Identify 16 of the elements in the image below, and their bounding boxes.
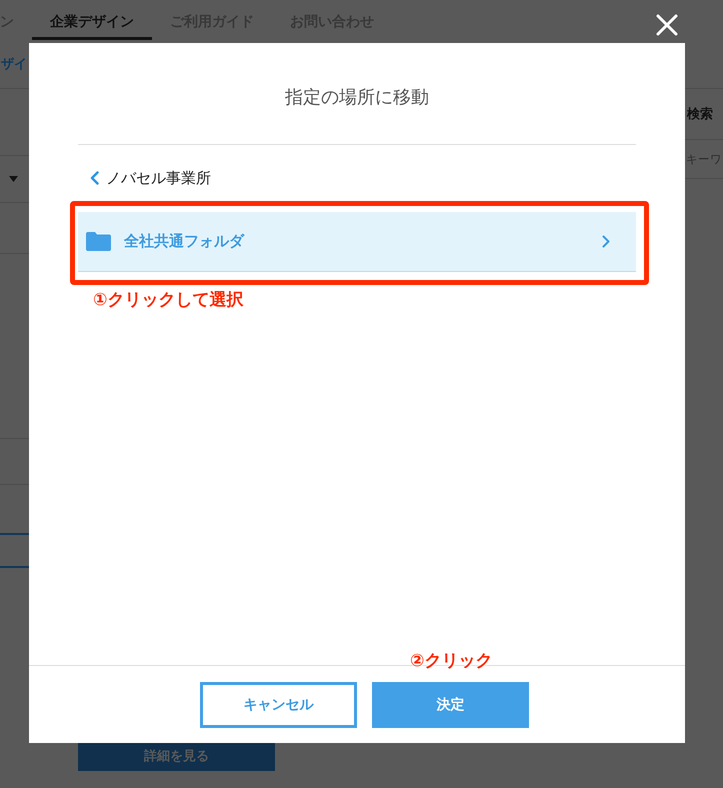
- chevron-left-icon: [90, 171, 99, 185]
- details-button[interactable]: 詳細を見る: [78, 741, 275, 771]
- confirm-button[interactable]: 決定: [372, 682, 529, 728]
- page-heading: ザイ: [1, 56, 27, 73]
- dialog-title: 指定の場所に移動: [285, 86, 429, 108]
- search-label: 検索: [687, 106, 713, 123]
- chevron-right-icon: [602, 235, 610, 248]
- back-link[interactable]: ノバセル事業所: [90, 168, 211, 188]
- annotation-text: ②クリック: [410, 650, 492, 672]
- caret-down-icon[interactable]: [9, 176, 18, 182]
- nav-tab[interactable]: 企業デザイン: [32, 0, 152, 40]
- close-icon[interactable]: [656, 14, 678, 36]
- annotation-text: ①クリックして選択: [92, 289, 244, 311]
- folder-icon: [86, 232, 111, 251]
- folder-row[interactable]: 全社共通フォルダ: [78, 212, 636, 272]
- cancel-button[interactable]: キャンセル: [200, 682, 357, 728]
